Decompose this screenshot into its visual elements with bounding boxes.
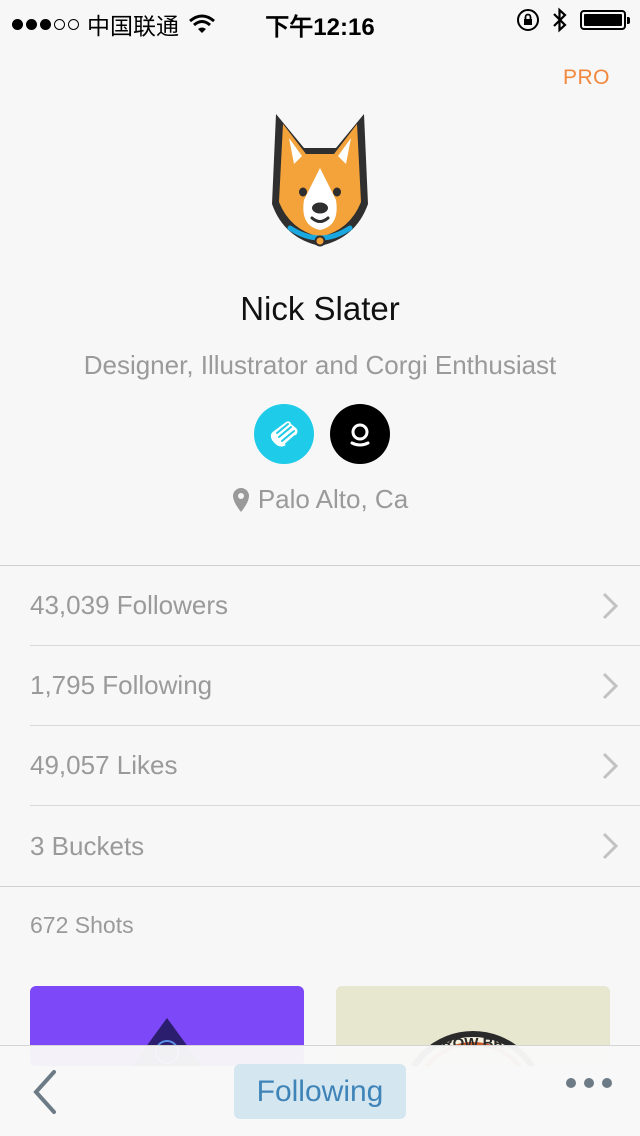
stat-label: 3 Buckets	[30, 830, 145, 861]
stat-label: 1,795 Following	[30, 670, 213, 700]
shots-count: 672 Shots	[30, 912, 134, 938]
following-row[interactable]: 1,795 Following	[30, 646, 640, 726]
status-right	[516, 7, 630, 33]
dribbble-link[interactable]	[254, 404, 314, 464]
profile-bio: Designer, Illustrator and Corgi Enthusia…	[83, 350, 557, 380]
location-pin-icon	[232, 487, 249, 512]
chevron-right-icon	[602, 592, 618, 619]
more-options-button[interactable]	[566, 1078, 612, 1088]
chevron-right-icon	[602, 832, 618, 860]
dot-icon	[602, 1078, 612, 1088]
orientation-lock-icon	[517, 9, 539, 31]
back-button[interactable]	[28, 1068, 62, 1116]
status-bar: 中国联通 下午12:16	[0, 0, 640, 41]
dot-icon	[584, 1078, 594, 1088]
profile-name: Nick Slater	[240, 290, 400, 327]
dribbble-hand-icon	[270, 421, 298, 447]
chevron-left-icon	[33, 1070, 56, 1114]
location-text: Palo Alto, Ca	[257, 484, 409, 514]
following-button[interactable]: Following	[234, 1064, 406, 1119]
stats-list: 43,039 Followers 1,795 Following 49,057 …	[0, 565, 640, 887]
bluetooth-icon	[553, 7, 567, 33]
portfolio-link[interactable]	[330, 404, 390, 464]
chevron-right-icon	[602, 672, 618, 699]
followers-row[interactable]: 43,039 Followers	[30, 566, 640, 646]
location: Palo Alto, Ca	[0, 484, 640, 515]
stat-label: 43,039 Followers	[30, 590, 228, 620]
likes-row[interactable]: 49,057 Likes	[30, 726, 640, 806]
bottom-toolbar: Following	[0, 1045, 640, 1136]
dot-icon	[566, 1078, 576, 1088]
portfolio-icon	[350, 423, 370, 447]
corgi-avatar	[272, 114, 368, 247]
buckets-row[interactable]: 3 Buckets	[30, 806, 640, 886]
social-links	[0, 404, 640, 464]
pro-badge: PRO	[562, 66, 610, 89]
chevron-right-icon	[602, 752, 618, 779]
battery-icon	[580, 10, 630, 30]
stat-label: 49,057 Likes	[30, 750, 178, 780]
